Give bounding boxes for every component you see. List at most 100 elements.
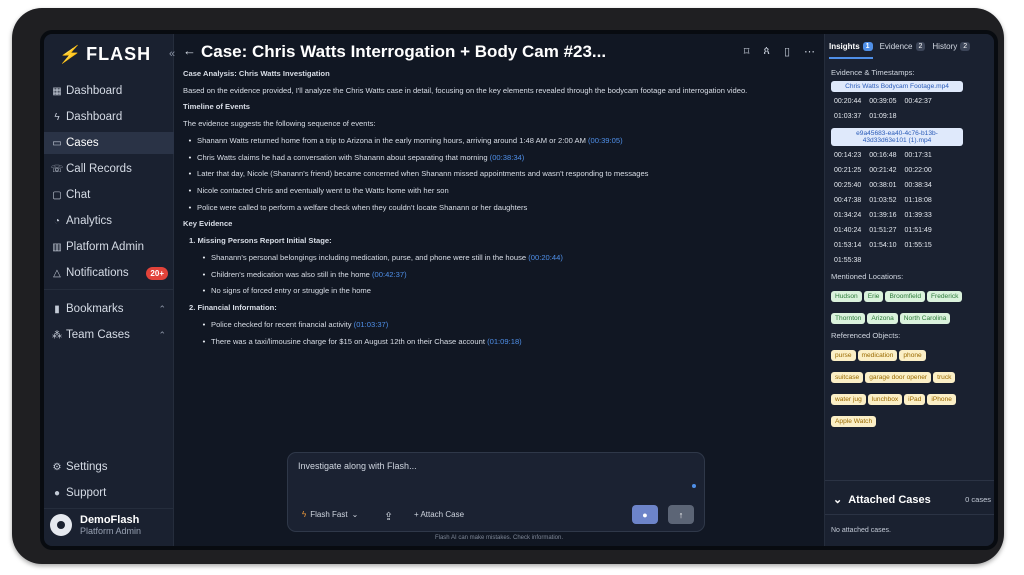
timestamp-link[interactable]: 00:22:00 xyxy=(905,167,932,174)
upload-icon[interactable]: ⇪ xyxy=(384,510,393,523)
sidebar-item-analytics[interactable]: ◔ Analytics xyxy=(44,210,174,232)
location-tag[interactable]: Broomfield xyxy=(885,291,925,302)
sidebar-item-settings[interactable]: ⚙ Settings xyxy=(44,456,174,478)
timestamp-link[interactable]: 00:47:38 xyxy=(834,197,861,204)
sidebar-item-notifications[interactable]: △ Notifications 20+ xyxy=(44,262,174,284)
object-tag[interactable]: Apple Watch xyxy=(831,416,877,427)
list-item: • Shanann Watts returned home from a trip… xyxy=(188,135,623,145)
sidebar-item-label: Dashboard xyxy=(66,85,123,97)
timestamp-link[interactable]: 01:54:10 xyxy=(869,242,896,249)
object-tag[interactable]: water jug xyxy=(831,394,866,405)
sidebar-item-call-records[interactable]: ☏ Call Records xyxy=(44,158,174,180)
tab-history[interactable]: History 2 xyxy=(932,42,971,51)
object-tag[interactable]: garage door opener xyxy=(865,372,932,383)
location-tag[interactable]: Frederick xyxy=(927,291,963,302)
model-selector[interactable]: ϟ Flash Fast ⌄ xyxy=(302,510,358,519)
evidence-heading: Evidence & Timestamps: xyxy=(831,68,915,77)
timestamp-link[interactable]: 00:25:40 xyxy=(834,182,861,189)
object-tag[interactable]: iPhone xyxy=(927,394,956,405)
object-tag[interactable]: lunchbox xyxy=(867,394,903,405)
timestamp-link[interactable]: 01:51:27 xyxy=(869,227,896,234)
chevron-down-icon: ⌄ xyxy=(833,494,843,506)
location-tag[interactable]: North Carolina xyxy=(899,313,951,324)
timestamp-link[interactable]: 00:17:31 xyxy=(905,152,932,159)
sidebar-item-team-cases[interactable]: ⁂ Team Cases ⌃ xyxy=(44,324,174,346)
timestamp-link[interactable]: (00:39:05) xyxy=(588,136,623,145)
timestamp-link[interactable]: 01:39:33 xyxy=(905,212,932,219)
list-item-text: Police checked for recent financial acti… xyxy=(211,319,354,329)
share-users-icon[interactable]: ጰ xyxy=(763,45,770,58)
chat-composer[interactable]: Investigate along with Flash... ϟ Flash F… xyxy=(287,452,705,532)
location-tag[interactable]: Arizona xyxy=(867,313,898,324)
timestamp-link[interactable]: 00:20:44 xyxy=(834,98,861,105)
send-button[interactable]: ↑ xyxy=(668,505,694,524)
sidebar-item-chat[interactable]: ▢ Chat xyxy=(44,184,174,206)
timestamp-link[interactable]: (01:03:37) xyxy=(354,320,389,329)
timestamp-link[interactable]: 01:18:08 xyxy=(905,197,932,204)
user-name: DemoFlash xyxy=(80,514,140,526)
sidebar-item-dashboard[interactable]: ▦ Dashboard xyxy=(44,80,174,102)
chevron-up-icon[interactable]: ⌃ xyxy=(158,304,166,315)
evidence-file-chip[interactable]: e9a45683-ea40-4c76-b13b-43d33d63e101 (1)… xyxy=(831,128,963,146)
chat-input[interactable]: Investigate along with Flash... xyxy=(298,461,417,471)
location-tag[interactable]: Hudson xyxy=(831,291,862,302)
timestamp-link[interactable]: 01:55:15 xyxy=(905,242,932,249)
sidebar-item-dashboard-2[interactable]: ϟ Dashboard xyxy=(44,106,174,128)
object-tag[interactable]: purse xyxy=(831,350,856,361)
timestamp-link[interactable]: 00:42:37 xyxy=(905,98,932,105)
app-logo[interactable]: ⚡ FLASH xyxy=(58,44,151,65)
user-profile[interactable]: DemoFlash Platform Admin xyxy=(50,514,141,536)
timestamp-link[interactable]: (01:09:18) xyxy=(487,337,522,346)
timestamp-link[interactable]: 01:53:14 xyxy=(834,242,861,249)
timestamp-link[interactable]: 01:51:49 xyxy=(905,227,932,234)
bookmark-icon[interactable]: ⌑ xyxy=(744,45,750,58)
timestamp-link[interactable]: (00:42:37) xyxy=(372,270,407,279)
more-icon[interactable]: ⋯ xyxy=(804,45,815,58)
timestamp-link[interactable]: 00:21:42 xyxy=(869,167,896,174)
list-item: • Later that day, Nicole (Shanann's frien… xyxy=(188,169,649,179)
timestamp-link[interactable]: 00:38:01 xyxy=(869,182,896,189)
tab-evidence[interactable]: Evidence 2 xyxy=(880,42,926,51)
timestamp-link[interactable]: 00:14:23 xyxy=(834,152,861,159)
timestamp-link[interactable]: 00:39:05 xyxy=(869,98,896,105)
sidebar-item-platform-admin[interactable]: ▥ Platform Admin xyxy=(44,236,174,258)
object-tag[interactable]: suitcase xyxy=(831,372,864,383)
timestamp-link[interactable]: 01:03:37 xyxy=(834,113,861,120)
sidebar-item-bookmarks[interactable]: ▮ Bookmarks ⌃ xyxy=(44,298,174,320)
sidebar-item-support[interactable]: ● Support xyxy=(44,482,174,504)
object-tag[interactable]: truck xyxy=(933,372,956,383)
tab-insights[interactable]: Insights 1 xyxy=(829,42,873,51)
timestamp-link[interactable]: 01:39:16 xyxy=(869,212,896,219)
object-tag[interactable]: iPad xyxy=(904,394,926,405)
timestamp-link[interactable]: (00:38:34) xyxy=(490,153,525,162)
microphone-button[interactable]: ● xyxy=(632,505,658,524)
main-panel: ← Case: Chris Watts Interrogation + Body… xyxy=(175,34,823,546)
panel-tabs: Insights 1 Evidence 2 History 2 xyxy=(829,42,971,51)
timestamp-link[interactable]: 00:38:34 xyxy=(905,182,932,189)
timestamp-link[interactable]: (00:20:44) xyxy=(528,253,563,262)
timestamp-link[interactable]: 01:34:24 xyxy=(834,212,861,219)
timestamp-link[interactable]: 00:21:25 xyxy=(834,167,861,174)
timestamp-link[interactable]: 01:03:52 xyxy=(869,197,896,204)
evidence-file-chip[interactable]: Chris Watts Bodycam Footage.mp4 xyxy=(831,81,963,92)
chevron-up-icon[interactable]: ⌃ xyxy=(158,330,166,341)
timeline-intro: The evidence suggests the following sequ… xyxy=(183,119,376,129)
microphone-icon: ● xyxy=(642,509,648,520)
attached-cases-toggle[interactable]: ⌄ Attached Cases xyxy=(833,493,931,507)
list-item-text: Police were called to perform a welfare … xyxy=(197,202,528,212)
timestamp-link[interactable]: 00:16:48 xyxy=(869,152,896,159)
document-icon[interactable]: ▯ xyxy=(784,45,790,58)
attach-case-button[interactable]: + Attach Case xyxy=(414,510,464,519)
model-label: Flash Fast xyxy=(310,510,348,519)
folder-icon: ▭ xyxy=(52,137,62,149)
object-tag[interactable]: phone xyxy=(899,350,926,361)
back-arrow-icon[interactable]: ← xyxy=(183,43,196,58)
timestamp-link[interactable]: 01:55:38 xyxy=(834,257,861,264)
list-item-text: Later that day, Nicole (Shanann's friend… xyxy=(197,169,649,179)
timestamp-link[interactable]: 01:09:18 xyxy=(869,113,896,120)
location-tag[interactable]: Erie xyxy=(863,291,884,302)
object-tag[interactable]: medication xyxy=(857,350,898,361)
timestamp-link[interactable]: 01:40:24 xyxy=(834,227,861,234)
location-tag[interactable]: Thornton xyxy=(831,313,866,324)
sidebar-item-cases[interactable]: ▭ Cases xyxy=(44,132,174,154)
